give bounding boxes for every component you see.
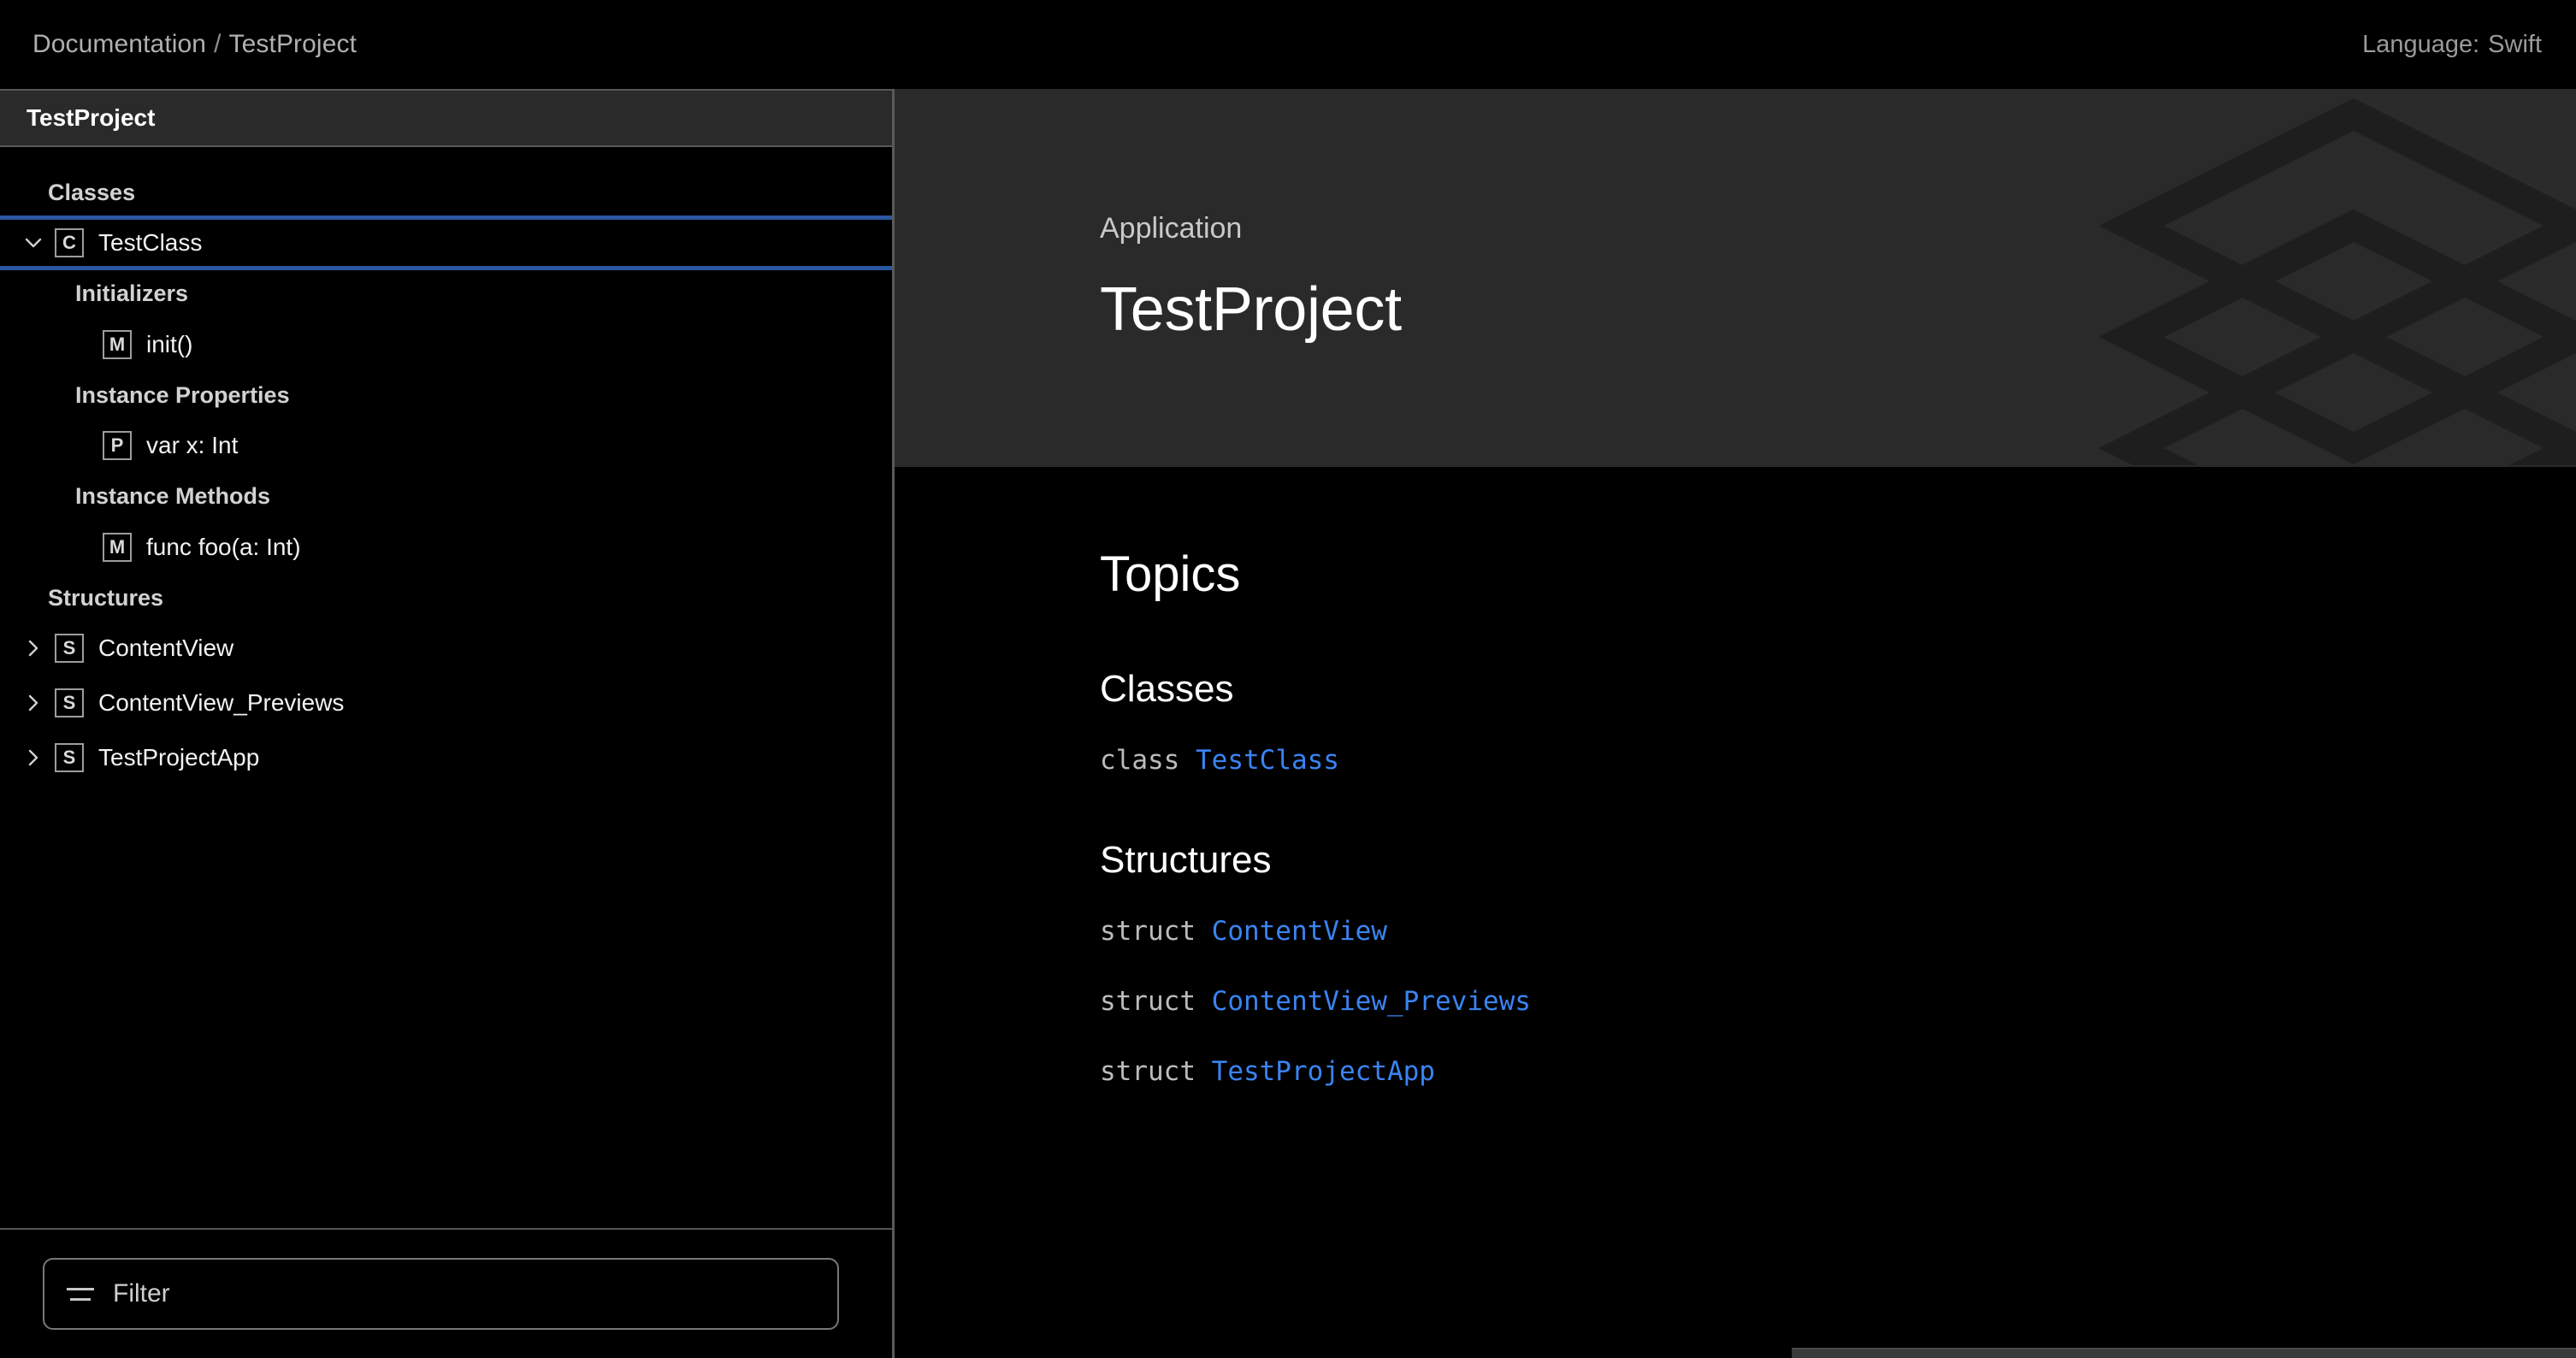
sidebar-title: TestProject (27, 104, 156, 131)
topics-area: Topics Classes class TestClass Structures s… (895, 467, 2576, 1358)
declaration-row: struct ContentView_Previews (1100, 984, 2576, 1020)
nav-item-label: TestProjectApp (98, 743, 260, 771)
section-heading: Structures (1100, 838, 1272, 881)
breadcrumb-root-link[interactable]: Documentation (32, 30, 206, 58)
nav-item-testclass[interactable]: C TestClass (0, 216, 892, 271)
nav-group-label: Instance Methods (75, 483, 271, 510)
nav-item-contentview-previews[interactable]: S ContentView_Previews (0, 676, 892, 730)
declaration-row: class TestClass (1100, 743, 2576, 779)
declaration-symbol-link[interactable]: ContentView_Previews (1212, 986, 1531, 1017)
symbol-kind-badge: S (55, 633, 84, 663)
page-title: TestProject (1100, 275, 1402, 344)
declaration-keyword: struct (1100, 985, 1196, 1017)
horizontal-scrollbar[interactable] (1792, 1348, 2576, 1358)
topic-section: Classes class TestClass (1100, 668, 2576, 779)
declaration-keyword: class (1100, 745, 1180, 776)
declaration-row: struct ContentView (1100, 914, 2576, 950)
symbol-kind-badge: S (55, 742, 84, 772)
declaration-symbol-link[interactable]: TestProjectApp (1212, 1056, 1435, 1087)
chevron-right-icon[interactable] (19, 743, 48, 772)
declaration-symbol-link[interactable]: TestClass (1196, 745, 1339, 776)
symbol-kind-badge: P (103, 431, 132, 461)
nav-item-init[interactable]: Minit() (0, 317, 892, 372)
content-pane: Application TestProject Topics Classes cl… (895, 89, 2576, 1358)
filter-input[interactable]: Filter (43, 1258, 839, 1330)
topic-sections: Classes class TestClass Structures struct C… (1100, 668, 2576, 1089)
nav-item-contentview[interactable]: S ContentView (0, 621, 892, 676)
nav-item-func-foo-a-int[interactable]: Mfunc foo(a: Int) (0, 520, 892, 575)
nav-item-label: init() (146, 330, 193, 357)
nav-item-var-x-int[interactable]: Pvar x: Int (0, 418, 892, 473)
top-bar: Documentation / TestProject Language: Swift (0, 0, 2576, 89)
nav-item-label: ContentView (98, 634, 234, 661)
filter-placeholder: Filter (113, 1279, 170, 1308)
filter-area: Filter (0, 1228, 892, 1358)
hero-banner: Application TestProject (895, 89, 2576, 467)
topics-heading: Topics (1100, 546, 1241, 602)
topic-section: Structures struct ContentView struct Conte… (1100, 839, 2576, 1090)
section-heading: Classes (1100, 668, 1234, 710)
symbol-kind-badge: S (55, 688, 84, 717)
symbol-kind-badge: M (103, 329, 132, 359)
nav-item-label: var x: Int (146, 432, 239, 459)
declaration-symbol-link[interactable]: ContentView (1212, 916, 1387, 947)
chevron-right-icon[interactable] (19, 688, 48, 717)
nav-group-label: Initializers (75, 280, 189, 307)
nav-group-label: Instance Properties (75, 381, 290, 408)
breadcrumb: Documentation / TestProject (32, 30, 357, 59)
nav-group-label: Structures (48, 584, 164, 611)
breadcrumb-separator: / (214, 30, 222, 58)
symbol-kind-badge: M (103, 532, 132, 562)
language-indicator[interactable]: Language: Swift (2362, 31, 2542, 59)
sidebar-header: TestProject (0, 89, 892, 147)
documentation-browser-window: Documentation / TestProject Language: Swift… (0, 0, 2576, 1358)
declaration-keyword: struct (1100, 1055, 1196, 1087)
language-label: Language: (2362, 30, 2480, 58)
symbol-kind-badge: C (55, 228, 84, 258)
nav-item-label: TestClass (98, 229, 203, 257)
main-split: TestProject Classes C TestClass Initializer… (0, 89, 2576, 1358)
nav-item-label: func foo(a: Int) (146, 533, 301, 560)
chevron-right-icon[interactable] (19, 634, 48, 663)
nav-item-label: ContentView_Previews (98, 688, 345, 716)
nav-item-testprojectapp[interactable]: S TestProjectApp (0, 730, 892, 785)
chevron-down-icon[interactable] (19, 228, 48, 257)
breadcrumb-current[interactable]: TestProject (229, 30, 357, 58)
sidebar: TestProject Classes C TestClass Initializer… (0, 89, 895, 1358)
nav-group-label: Classes (48, 180, 136, 205)
language-value: Swift (2488, 30, 2542, 58)
declaration-row: struct TestProjectApp (1100, 1054, 2576, 1090)
declaration-keyword: struct (1100, 915, 1196, 947)
navigation-tree[interactable]: Classes C TestClass Initializers Minit() Inst… (0, 147, 892, 1228)
filter-lines-icon (67, 1280, 94, 1308)
hero-eyebrow: Application (1100, 211, 1243, 245)
